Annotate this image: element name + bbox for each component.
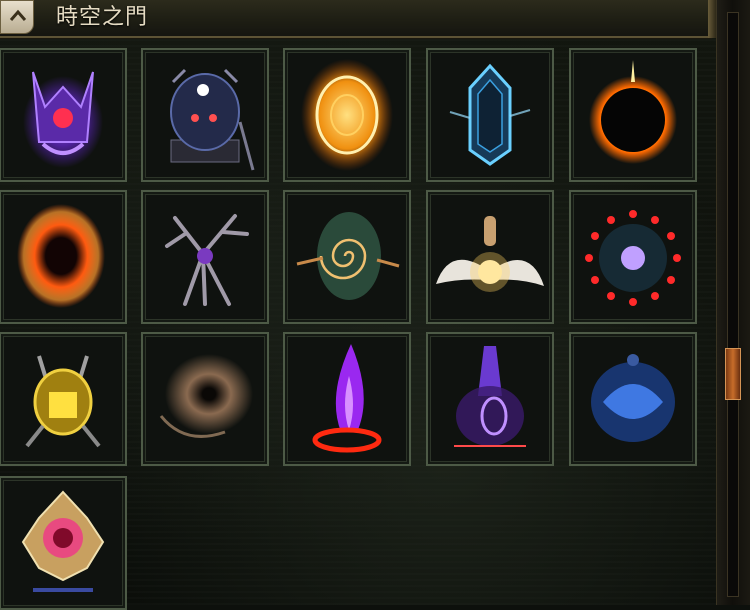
- header-corner-ornament: [708, 0, 716, 38]
- purple-crown-portal-icon: [23, 71, 103, 168]
- portal-tile-feather-swirl[interactable]: [283, 190, 411, 324]
- panel-header: 時空之門: [0, 0, 712, 38]
- scrollbar-thumb[interactable]: [725, 347, 741, 400]
- portal-tile-angel-wings[interactable]: [426, 190, 554, 324]
- portal-tile-void-crown[interactable]: [0, 48, 127, 182]
- purple-flame-portal-icon: [312, 344, 382, 453]
- page-title: 時空之門: [56, 5, 149, 30]
- ice-crystal-portal-icon: [449, 63, 531, 166]
- portal-tile-sand-vortex[interactable]: [141, 332, 269, 466]
- twisted-tree-portal-icon: [165, 214, 249, 306]
- blue-ghost-portal-icon: [591, 354, 675, 442]
- portal-tile-ice-mirror[interactable]: [426, 48, 554, 182]
- violet-spire-portal-icon: [454, 346, 526, 447]
- portal-tile-purple-flame[interactable]: [283, 332, 411, 466]
- portal-tile-golden-relic[interactable]: [0, 332, 127, 466]
- crystal-lotus-portal-icon: [21, 490, 105, 592]
- red-orb-ring-portal-icon: [585, 210, 681, 306]
- portal-tile-lotus[interactable]: [0, 476, 127, 610]
- collapse-button[interactable]: [0, 0, 34, 34]
- portal-tile-fire-ring[interactable]: [0, 190, 127, 324]
- chevron-up-icon: [9, 9, 27, 21]
- black-sun-portal-icon: [589, 60, 677, 164]
- fire-ring-portal-icon: [17, 204, 105, 308]
- winged-portal-icon: [436, 216, 544, 292]
- feather-vortex-portal-icon: [296, 212, 400, 300]
- golden-oval-portal-icon: [301, 59, 393, 171]
- portal-tile-blood-orbs[interactable]: [569, 190, 697, 324]
- dark-shrine-portal-icon: [170, 68, 255, 171]
- portal-tile-dead-tree[interactable]: [141, 190, 269, 324]
- dust-vortex-portal-icon: [159, 354, 253, 438]
- portal-tile-violet-storm[interactable]: [426, 332, 554, 466]
- portal-tile-golden-mirror[interactable]: [283, 48, 411, 182]
- portal-tile-blue-spirit[interactable]: [569, 332, 697, 466]
- portal-tile-eclipse[interactable]: [569, 48, 697, 182]
- vertical-scrollbar[interactable]: [716, 0, 750, 605]
- scrollbar-track[interactable]: [727, 12, 739, 597]
- portal-tile-dark-idol[interactable]: [141, 48, 269, 182]
- golden-skull-portal-icon: [25, 355, 101, 448]
